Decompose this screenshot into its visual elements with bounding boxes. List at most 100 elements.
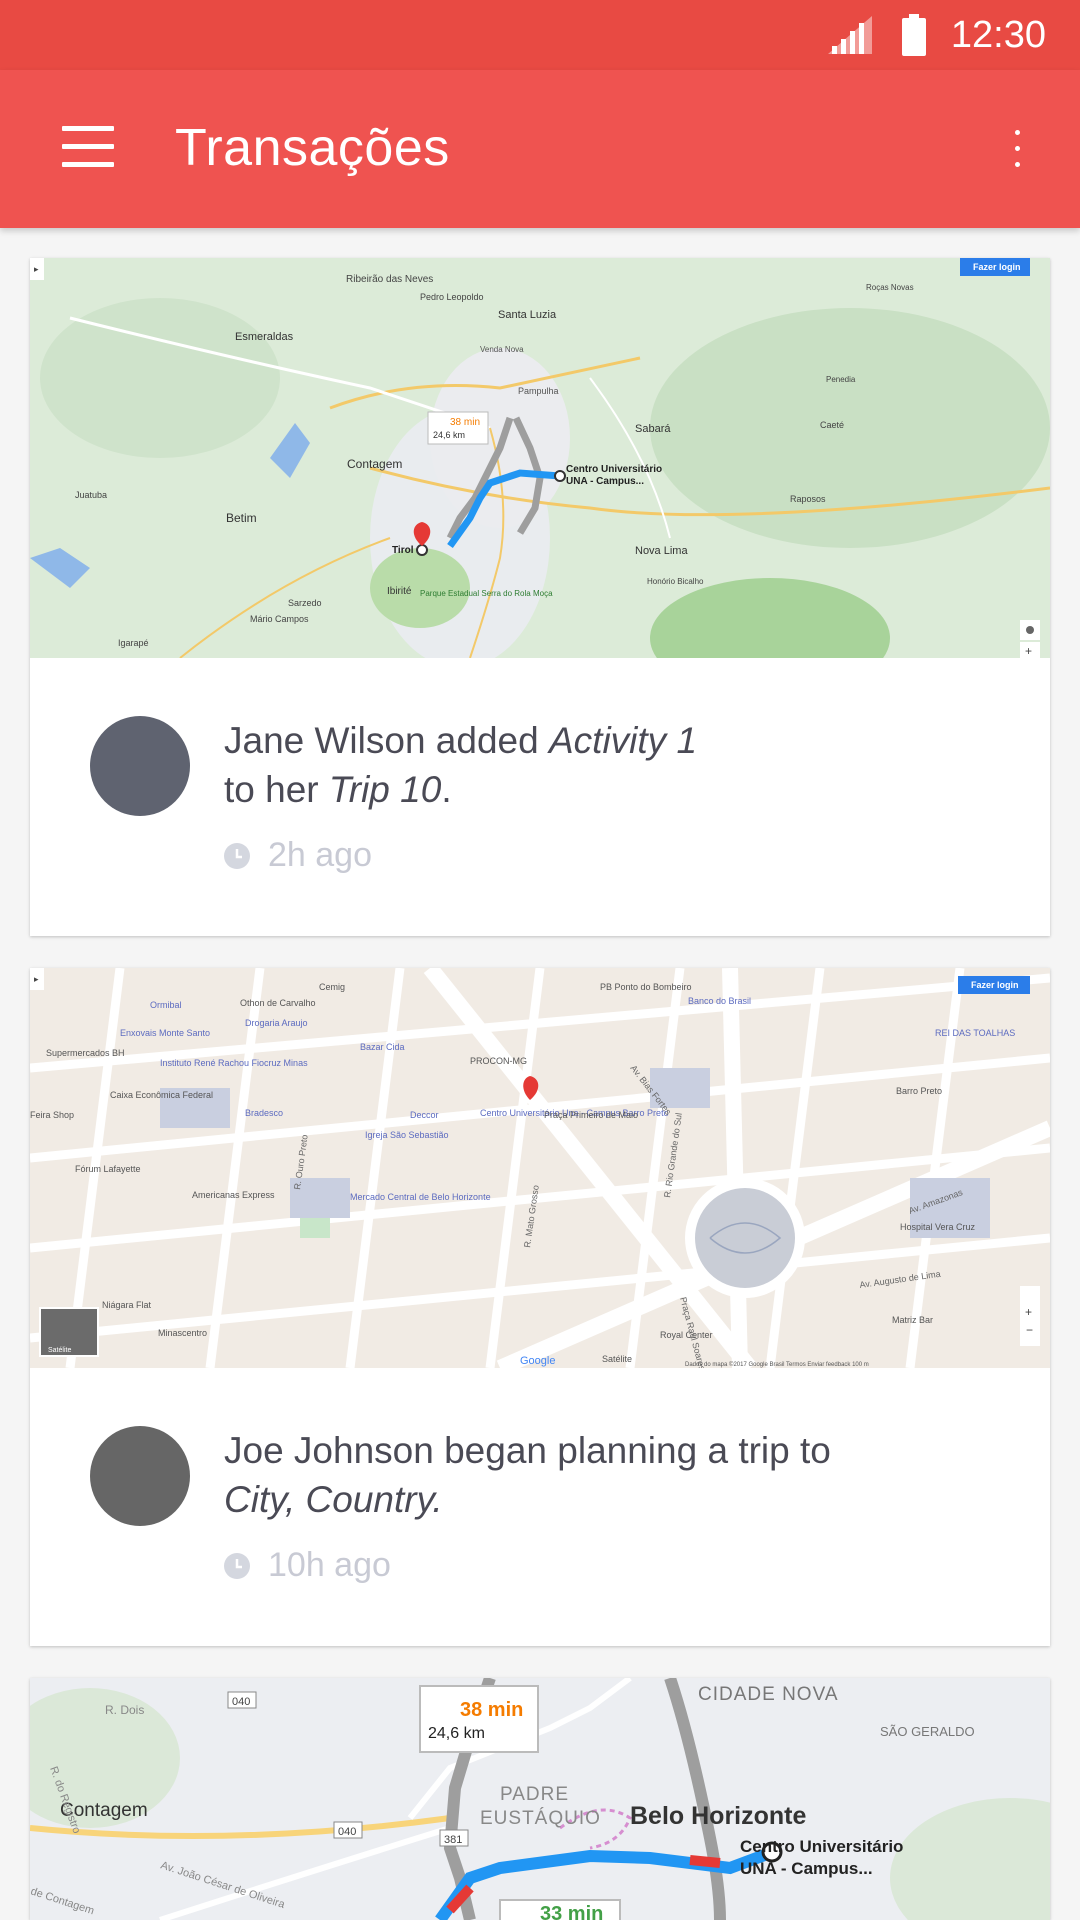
map-place: Banco do Brasil — [688, 996, 751, 1006]
route-map[interactable]: 38 min 24,6 km Centro Universitário UNA … — [30, 258, 1050, 658]
activity-card[interactable]: 38 min 24,6 km 33 min CIDADE NOVA SÃO GE… — [30, 1678, 1050, 1920]
timestamp: 2h ago — [224, 836, 372, 875]
map-place: Honório Bicalho — [647, 577, 704, 586]
map-place: PROCON-MG — [470, 1056, 527, 1066]
map-place: Betim — [226, 511, 257, 525]
road-label: 040 — [338, 1826, 356, 1838]
map-place: Hospital Vera Cruz — [900, 1222, 976, 1232]
map-place: Matriz Bar — [892, 1315, 933, 1325]
map-place: Sarzedo — [288, 598, 322, 608]
activity-message: Jane Wilson added Activity 1 to her Trip… — [224, 716, 697, 814]
route-map[interactable]: 38 min 24,6 km 33 min CIDADE NOVA SÃO GE… — [30, 1678, 1050, 1920]
login-button-label: Fazer login — [973, 262, 1021, 272]
road-label: R. Dois — [105, 1703, 144, 1717]
signal-icon — [828, 16, 872, 54]
route-time-label: 38 min — [450, 417, 480, 428]
map-place: REI DAS TOALHAS — [935, 1028, 1015, 1038]
status-bar: 12:30 — [0, 0, 1080, 70]
map-place: Sabará — [635, 423, 671, 435]
route-time-label: 38 min — [460, 1699, 523, 1721]
battery-icon — [902, 14, 926, 56]
map-place: Igarapé — [118, 638, 149, 648]
map-place: Pampulha — [518, 386, 559, 396]
map-place: Barro Preto — [896, 1086, 942, 1096]
map-place: Ribeirão das Neves — [346, 274, 433, 285]
map-place: Esmeraldas — [235, 331, 294, 343]
time-ago: 10h ago — [268, 1546, 391, 1584]
activity-card[interactable]: Ormibal Drogaria Araujo Enxovais Monte S… — [30, 968, 1050, 1646]
map-place: Cemig — [319, 982, 345, 992]
map-place: Praça Primeiro de Maio — [544, 1110, 638, 1120]
map-place: Ibirité — [387, 586, 412, 597]
map-footer: Dados do mapa ©2017 Google Brasil Termos… — [685, 1361, 869, 1368]
alt-route-time: 33 min — [540, 1903, 603, 1920]
route-distance-label: 24,6 km — [433, 430, 465, 440]
user-name[interactable]: Jane Wilson — [224, 720, 426, 761]
avatar[interactable] — [90, 1426, 190, 1526]
map-place: Bazar Cida — [360, 1042, 405, 1052]
map-place: Roças Novas — [866, 283, 914, 292]
map-place: Fórum Lafayette — [75, 1164, 141, 1174]
avatar[interactable] — [90, 716, 190, 816]
map-place: Igreja São Sebastião — [365, 1130, 449, 1140]
status-time: 12:30 — [950, 14, 1046, 56]
user-name[interactable]: Joe Johnson — [224, 1430, 434, 1471]
map-place: Deccor — [410, 1110, 439, 1120]
clock-icon — [224, 842, 250, 869]
map-place: CIDADE NOVA — [698, 1684, 839, 1705]
activity-card[interactable]: 38 min 24,6 km Centro Universitário UNA … — [30, 258, 1050, 936]
map-place: Minascentro — [158, 1328, 207, 1338]
map-place: Instituto René Rachou Fiocruz Minas — [160, 1058, 308, 1068]
map-place: Niágara Flat — [102, 1300, 152, 1310]
activity-link[interactable]: Activity 1 — [549, 720, 697, 761]
timestamp: 10h ago — [224, 1546, 391, 1585]
svg-text:▸: ▸ — [34, 974, 39, 984]
map-place: Nova Lima — [635, 545, 688, 557]
svg-text:−: − — [1026, 1323, 1033, 1337]
map-place: Caeté — [820, 420, 844, 430]
map-place: Drogaria Araujo — [245, 1018, 308, 1028]
login-button-label: Fazer login — [971, 980, 1019, 990]
message-text: added — [425, 720, 549, 761]
map-place: Bradesco — [245, 1108, 283, 1118]
svg-text:+: + — [1025, 1305, 1032, 1319]
map-place: Royal Center — [660, 1330, 713, 1340]
svg-text:+: + — [1025, 644, 1032, 658]
map-place: Othon de Carvalho — [240, 998, 316, 1008]
destination-label: Centro Universitário — [740, 1837, 903, 1856]
map-place: EUSTÁQUIO — [480, 1808, 601, 1829]
map-place: SÃO GERALDO — [880, 1724, 975, 1739]
destination-link[interactable]: City, Country. — [224, 1479, 443, 1520]
map-place: Venda Nova — [480, 345, 524, 354]
map-place: Ormibal — [150, 1000, 182, 1010]
map-place: Supermercados BH — [46, 1048, 125, 1058]
satellite-label: Satélite — [48, 1347, 71, 1354]
map-place: PB Ponto do Bombeiro — [600, 982, 692, 992]
clock-icon — [224, 1552, 250, 1579]
route-distance-label: 24,6 km — [428, 1725, 485, 1742]
map-place: Feira Shop — [30, 1110, 74, 1120]
map-place: Pedro Leopoldo — [420, 292, 484, 302]
road-label: 381 — [444, 1834, 462, 1846]
svg-text:▸: ▸ — [34, 264, 39, 274]
map-place: Parque Estadual Serra do Rola Moça — [420, 589, 553, 598]
map-place: Satélite — [602, 1354, 632, 1364]
message-text: to her — [224, 769, 329, 810]
google-logo: Google — [520, 1355, 555, 1367]
destination-label-2: UNA - Campus... — [740, 1859, 873, 1878]
time-ago: 2h ago — [268, 836, 372, 874]
map-place: Penedia — [826, 375, 856, 384]
hamburger-menu-icon[interactable] — [62, 126, 114, 168]
map-place: Belo Horizonte — [630, 1802, 806, 1830]
map-place: Americanas Express — [192, 1190, 275, 1200]
street-map[interactable]: Ormibal Drogaria Araujo Enxovais Monte S… — [30, 968, 1050, 1368]
map-place: Mário Campos — [250, 614, 309, 624]
map-place: Caixa Econômica Federal — [110, 1090, 213, 1100]
more-vert-icon[interactable] — [1012, 130, 1022, 172]
app-bar: Transações — [0, 70, 1080, 228]
road-label: 040 — [232, 1696, 250, 1708]
activity-message: Joe Johnson began planning a trip to Cit… — [224, 1426, 831, 1524]
trip-link[interactable]: Trip 10 — [329, 769, 441, 810]
map-place: Contagem — [347, 457, 402, 471]
map-place: Santa Luzia — [498, 309, 557, 321]
